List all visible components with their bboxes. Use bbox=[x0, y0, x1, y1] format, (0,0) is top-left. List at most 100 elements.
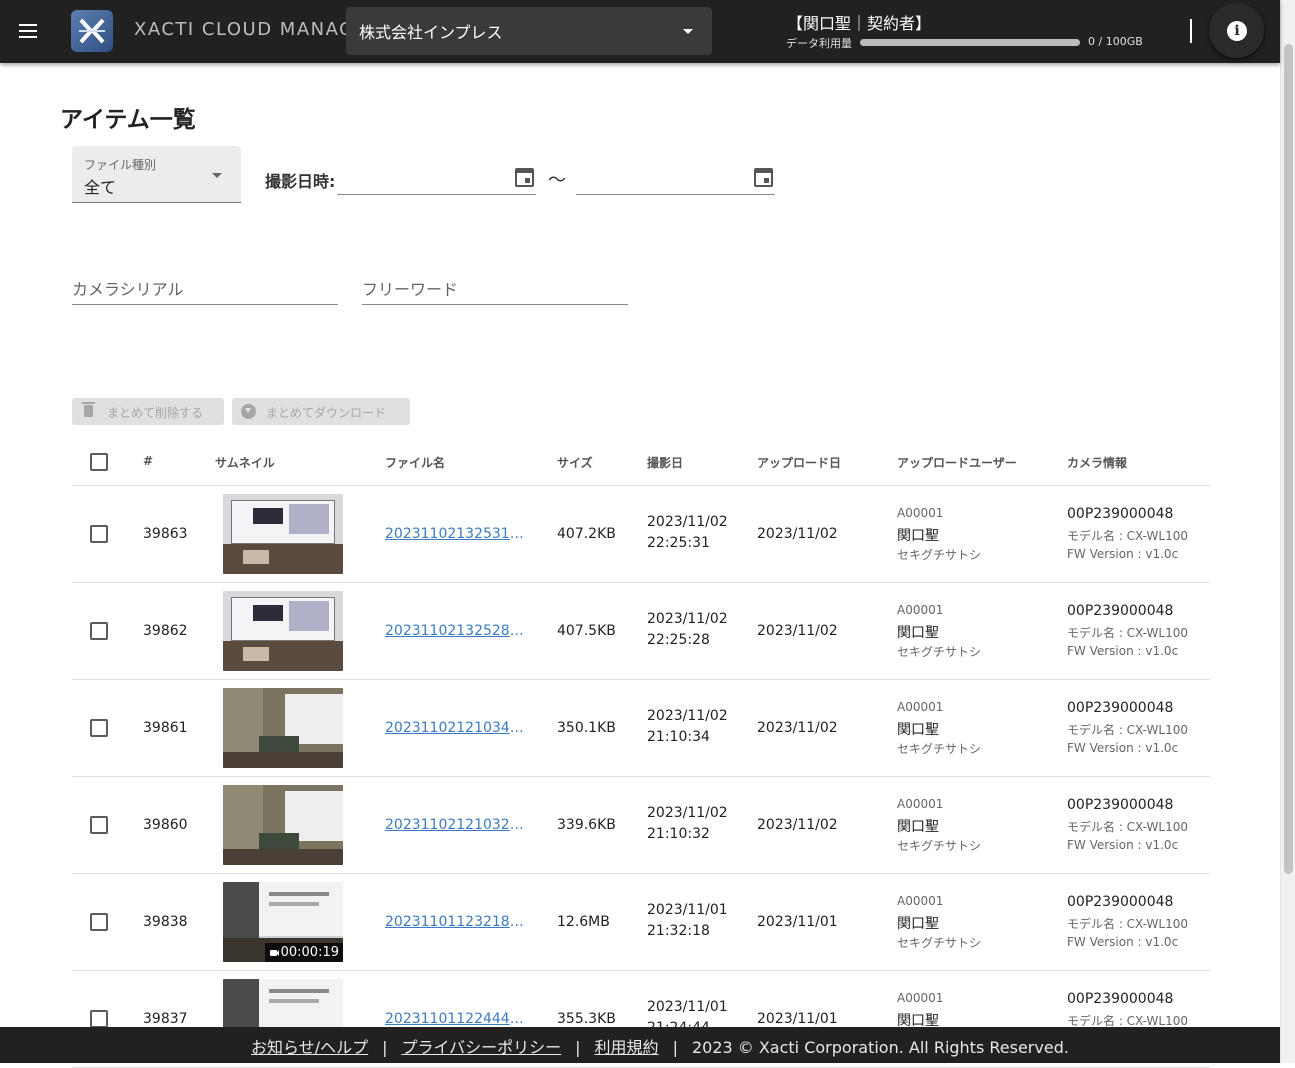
file-type-label: ファイル種別 bbox=[84, 158, 157, 172]
row-checkbox[interactable] bbox=[90, 719, 108, 737]
item-thumbnail[interactable] bbox=[223, 494, 343, 574]
table-row: 39862 20231102132528.jpg 407.5KB 2023/11/02… bbox=[72, 583, 1210, 680]
shot-time: 21:10:32 bbox=[647, 826, 710, 842]
shot-date: 2023/11/02 bbox=[647, 708, 728, 724]
item-number: 39838 bbox=[143, 914, 188, 930]
item-number: 39837 bbox=[143, 1011, 188, 1027]
file-size: 407.2KB bbox=[557, 526, 616, 542]
file-name-link[interactable]: 20231102132528.jpg bbox=[385, 623, 525, 639]
file-name-link[interactable]: 20231101122444.jpg bbox=[385, 1011, 525, 1027]
footer-link-terms[interactable]: 利用規約 bbox=[595, 1038, 659, 1057]
info-button[interactable]: i bbox=[1209, 3, 1264, 58]
file-type-select[interactable]: ファイル種別 全て bbox=[72, 146, 241, 203]
camera-serial: 00P239000048 bbox=[1067, 700, 1174, 716]
date-from-field[interactable] bbox=[337, 160, 536, 195]
table-header: # サムネイル ファイル名 サイズ 撮影日 アップロード日 アップロードユーザー… bbox=[72, 438, 1210, 486]
column-header-size[interactable]: サイズ bbox=[557, 454, 593, 471]
column-header-filename[interactable]: ファイル名 bbox=[385, 454, 445, 471]
free-word-input[interactable]: フリーワード bbox=[362, 268, 628, 305]
shot-date: 2023/11/02 bbox=[647, 805, 728, 821]
company-select[interactable]: 株式会社インプレス bbox=[346, 7, 712, 55]
app-title: XACTI CLOUD MANAGER bbox=[134, 19, 382, 40]
table-row: 39861 20231102121034.jpg 350.1KB 2023/11/02… bbox=[72, 680, 1210, 777]
file-name-link[interactable]: 20231101123218.m… bbox=[385, 914, 525, 930]
footer-copyright: 2023 © Xacti Corporation. All Rights Res… bbox=[691, 1038, 1069, 1057]
column-header-shot-date[interactable]: 撮影日 bbox=[647, 454, 683, 471]
upload-date: 2023/11/01 bbox=[757, 1011, 838, 1027]
file-name-link[interactable]: 20231102121032.jpg bbox=[385, 817, 525, 833]
upload-date: 2023/11/02 bbox=[757, 817, 838, 833]
scrollbar[interactable] bbox=[1280, 0, 1295, 1063]
item-number: 39860 bbox=[143, 817, 188, 833]
row-checkbox[interactable] bbox=[90, 1010, 108, 1028]
upload-user-name: 関口聖 bbox=[897, 819, 939, 835]
column-header-upload-date[interactable]: アップロード日 bbox=[757, 454, 841, 471]
item-number: 39863 bbox=[143, 526, 188, 542]
date-label: 撮影日時: bbox=[265, 172, 336, 191]
footer-separator: | bbox=[575, 1038, 581, 1057]
file-name-link[interactable]: 20231102132531.jpg bbox=[385, 526, 525, 542]
camera-fw-version: FW Version : v1.0c bbox=[1067, 547, 1179, 561]
item-thumbnail[interactable]: 00:00:19 bbox=[223, 882, 343, 962]
date-separator: 〜 bbox=[548, 170, 566, 191]
item-thumbnail[interactable] bbox=[223, 591, 343, 671]
table-row: 39860 20231102121032.jpg 339.6KB 2023/11/02… bbox=[72, 777, 1210, 874]
upload-user-kana: セキグチサトシ bbox=[897, 936, 982, 950]
app-bar: XACTI CLOUD MANAGER 株式会社インプレス 【関口聖｜契約者】 … bbox=[0, 0, 1280, 63]
upload-user-kana: セキグチサトシ bbox=[897, 645, 982, 659]
row-checkbox[interactable] bbox=[90, 913, 108, 931]
calendar-icon[interactable] bbox=[515, 168, 534, 187]
camera-serial: 00P239000048 bbox=[1067, 991, 1174, 1007]
item-thumbnail[interactable] bbox=[223, 785, 343, 865]
footer-separator: | bbox=[382, 1038, 388, 1057]
upload-user-id: A00001 bbox=[897, 991, 944, 1005]
upload-date: 2023/11/02 bbox=[757, 720, 838, 736]
camera-model: モデル名 : CX-WL100 bbox=[1067, 529, 1188, 543]
footer-link-privacy[interactable]: プライバシーポリシー bbox=[401, 1038, 561, 1057]
upload-user-id: A00001 bbox=[897, 797, 944, 811]
bulk-delete-button[interactable]: まとめて削除する bbox=[72, 398, 224, 425]
file-type-value: 全て bbox=[84, 178, 117, 197]
file-size: 350.1KB bbox=[557, 720, 616, 736]
row-checkbox[interactable] bbox=[90, 622, 108, 640]
upload-user-name: 関口聖 bbox=[897, 625, 939, 641]
shot-date: 2023/11/02 bbox=[647, 514, 728, 530]
column-header-number[interactable]: # bbox=[143, 454, 153, 468]
date-to-field[interactable] bbox=[576, 160, 775, 195]
menu-icon[interactable] bbox=[12, 15, 44, 47]
select-all-checkbox[interactable] bbox=[90, 453, 108, 471]
upload-user-kana: セキグチサトシ bbox=[897, 548, 982, 562]
item-thumbnail[interactable] bbox=[223, 688, 343, 768]
upload-user-id: A00001 bbox=[897, 603, 944, 617]
calendar-icon[interactable] bbox=[754, 168, 773, 187]
camera-fw-version: FW Version : v1.0c bbox=[1067, 741, 1179, 755]
table-body: 39863 20231102132531.jpg 407.2KB 2023/11/02… bbox=[72, 486, 1210, 1068]
bulk-download-button[interactable]: まとめてダウンロード bbox=[232, 398, 410, 425]
upload-user-kana: セキグチサトシ bbox=[897, 742, 982, 756]
scrollbar-thumb[interactable] bbox=[1284, 44, 1293, 874]
row-checkbox[interactable] bbox=[90, 816, 108, 834]
column-header-camera-info: カメラ情報 bbox=[1067, 456, 1128, 470]
item-number: 39862 bbox=[143, 623, 188, 639]
camera-model: モデル名 : CX-WL100 bbox=[1067, 723, 1188, 737]
camera-model: モデル名 : CX-WL100 bbox=[1067, 626, 1188, 640]
column-header-upload-user[interactable]: アップロードユーザー bbox=[897, 454, 1017, 471]
upload-user-name: 関口聖 bbox=[897, 528, 939, 544]
divider bbox=[1190, 19, 1192, 43]
footer: お知らせ/ヘルプ | プライバシーポリシー | 利用規約 | 2023 © Xacti Co… bbox=[0, 1027, 1280, 1063]
camera-serial-input[interactable]: カメラシリアル bbox=[72, 268, 338, 305]
footer-link-news-help[interactable]: お知らせ/ヘルプ bbox=[251, 1038, 368, 1057]
shot-time: 21:32:18 bbox=[647, 923, 710, 939]
file-name-link[interactable]: 20231102121034.jpg bbox=[385, 720, 525, 736]
file-size: 12.6MB bbox=[557, 914, 610, 930]
column-header-thumbnail: サムネイル bbox=[215, 456, 275, 470]
row-checkbox[interactable] bbox=[90, 525, 108, 543]
bulk-download-label: まとめてダウンロード bbox=[266, 406, 387, 420]
bulk-delete-label: まとめて削除する bbox=[107, 406, 204, 420]
upload-user-id: A00001 bbox=[897, 700, 944, 714]
user-name: 【関口聖｜契約者】 bbox=[787, 14, 932, 33]
camera-serial: 00P239000048 bbox=[1067, 797, 1174, 813]
upload-user-id: A00001 bbox=[897, 506, 944, 520]
camera-serial: 00P239000048 bbox=[1067, 603, 1174, 619]
trash-icon bbox=[82, 402, 95, 417]
